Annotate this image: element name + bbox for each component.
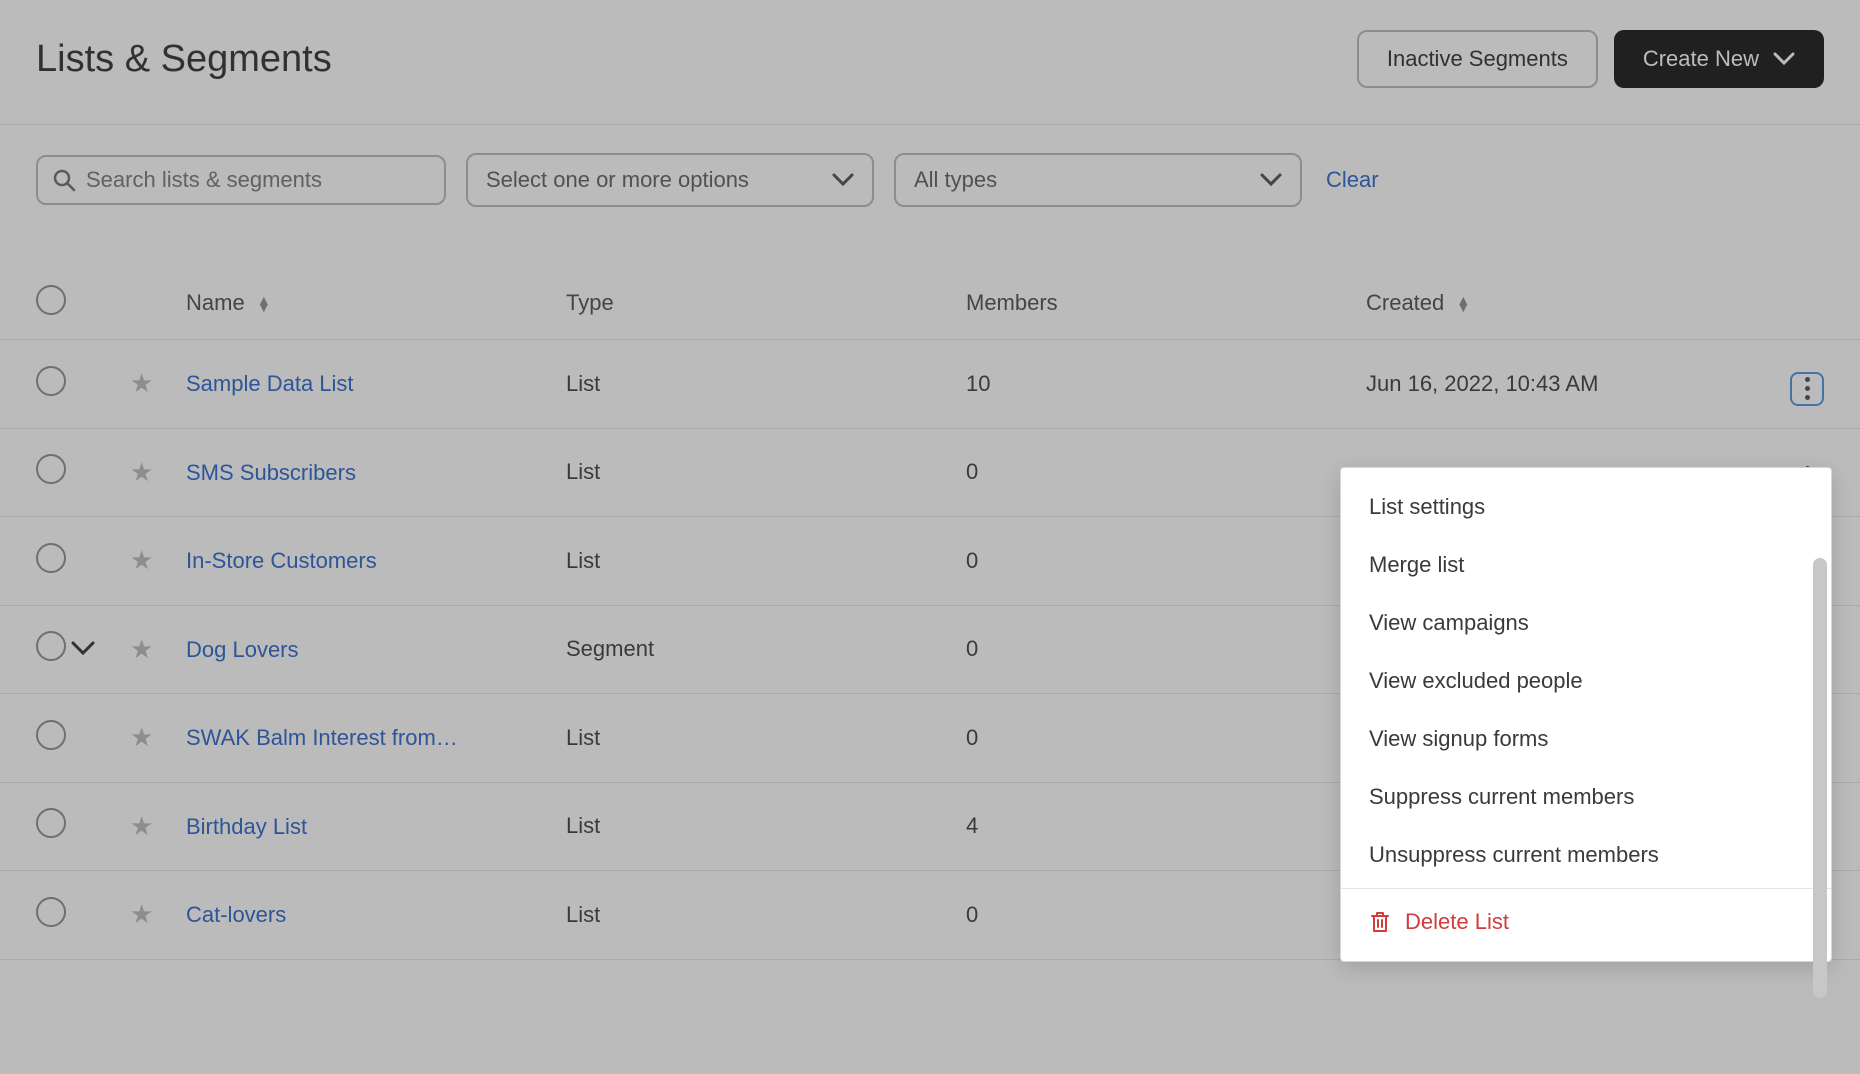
menu-item[interactable]: View signup forms	[1341, 710, 1831, 768]
search-icon	[52, 168, 76, 192]
list-name-link[interactable]: SMS Subscribers	[186, 460, 356, 486]
row-checkbox[interactable]	[36, 631, 66, 661]
types-select-label: All types	[914, 167, 997, 193]
menu-item[interactable]: Suppress current members	[1341, 768, 1831, 826]
menu-item[interactable]: Merge list	[1341, 536, 1831, 594]
row-type: List	[566, 694, 966, 783]
options-select-label: Select one or more options	[486, 167, 749, 193]
column-header-created[interactable]: Created ▲▼	[1366, 267, 1780, 340]
star-icon[interactable]: ★	[130, 811, 153, 841]
row-checkbox[interactable]	[36, 366, 66, 396]
menu-item[interactable]: View excluded people	[1341, 652, 1831, 710]
row-checkbox[interactable]	[36, 720, 66, 750]
list-name-link[interactable]: In-Store Customers	[186, 548, 377, 574]
row-checkbox[interactable]	[36, 897, 66, 927]
column-header-type: Type	[566, 267, 966, 340]
row-type: List	[566, 782, 966, 871]
list-name-link[interactable]: Dog Lovers	[186, 637, 299, 663]
menu-item[interactable]: View campaigns	[1341, 594, 1831, 652]
row-members: 10	[966, 340, 1366, 429]
column-header-name-label: Name	[186, 290, 245, 315]
star-icon[interactable]: ★	[130, 634, 153, 664]
list-name-link[interactable]: Birthday List	[186, 814, 307, 840]
column-header-created-label: Created	[1366, 290, 1444, 315]
inactive-segments-button[interactable]: Inactive Segments	[1357, 30, 1598, 88]
star-icon[interactable]: ★	[130, 722, 153, 752]
list-name-link[interactable]: Cat-lovers	[186, 902, 286, 928]
sort-icon: ▲▼	[1456, 297, 1470, 311]
star-icon[interactable]: ★	[130, 545, 153, 575]
star-icon[interactable]: ★	[130, 899, 153, 929]
options-select[interactable]: Select one or more options	[466, 153, 874, 207]
row-members: 0	[966, 605, 1366, 694]
row-type: List	[566, 517, 966, 606]
column-header-members: Members	[966, 267, 1366, 340]
row-actions-menu: List settingsMerge listView campaignsVie…	[1340, 467, 1832, 962]
page-title: Lists & Segments	[36, 38, 332, 81]
row-actions-button[interactable]	[1790, 372, 1824, 406]
kebab-icon	[1805, 377, 1810, 400]
row-checkbox[interactable]	[36, 543, 66, 573]
select-all-checkbox[interactable]	[36, 285, 66, 315]
chevron-down-icon	[832, 167, 854, 193]
row-type: List	[566, 428, 966, 517]
row-members: 0	[966, 517, 1366, 606]
expand-icon[interactable]	[70, 636, 96, 662]
chevron-down-icon	[1260, 167, 1282, 193]
row-type: List	[566, 871, 966, 960]
row-members: 4	[966, 782, 1366, 871]
list-name-link[interactable]: SWAK Balm Interest from…	[186, 725, 458, 751]
create-new-button[interactable]: Create New	[1614, 30, 1824, 88]
search-input-wrapper[interactable]	[36, 155, 446, 205]
menu-separator	[1341, 888, 1831, 889]
create-new-label: Create New	[1643, 46, 1759, 72]
row-created: Jun 16, 2022, 10:43 AM	[1366, 340, 1780, 429]
menu-scrollbar[interactable]	[1813, 558, 1827, 998]
clear-link[interactable]: Clear	[1326, 167, 1379, 193]
row-members: 0	[966, 694, 1366, 783]
types-select[interactable]: All types	[894, 153, 1302, 207]
menu-item-delete-list[interactable]: Delete List	[1341, 893, 1831, 951]
row-members: 0	[966, 871, 1366, 960]
menu-item-delete-label: Delete List	[1405, 909, 1509, 935]
row-members: 0	[966, 428, 1366, 517]
column-header-name[interactable]: Name ▲▼	[186, 267, 566, 340]
chevron-down-icon	[1773, 46, 1795, 72]
search-input[interactable]	[86, 167, 430, 193]
star-icon[interactable]: ★	[130, 368, 153, 398]
trash-icon	[1369, 910, 1391, 934]
menu-item[interactable]: Unsuppress current members	[1341, 826, 1831, 884]
table-row: ★ Sample Data List List10Jun 16, 2022, 10:…	[0, 340, 1860, 429]
row-checkbox[interactable]	[36, 808, 66, 838]
list-name-link[interactable]: Sample Data List	[186, 371, 354, 397]
row-type: Segment	[566, 605, 966, 694]
menu-item[interactable]: List settings	[1341, 478, 1831, 536]
star-icon[interactable]: ★	[130, 457, 153, 487]
sort-icon: ▲▼	[257, 297, 271, 311]
row-type: List	[566, 340, 966, 429]
row-checkbox[interactable]	[36, 454, 66, 484]
